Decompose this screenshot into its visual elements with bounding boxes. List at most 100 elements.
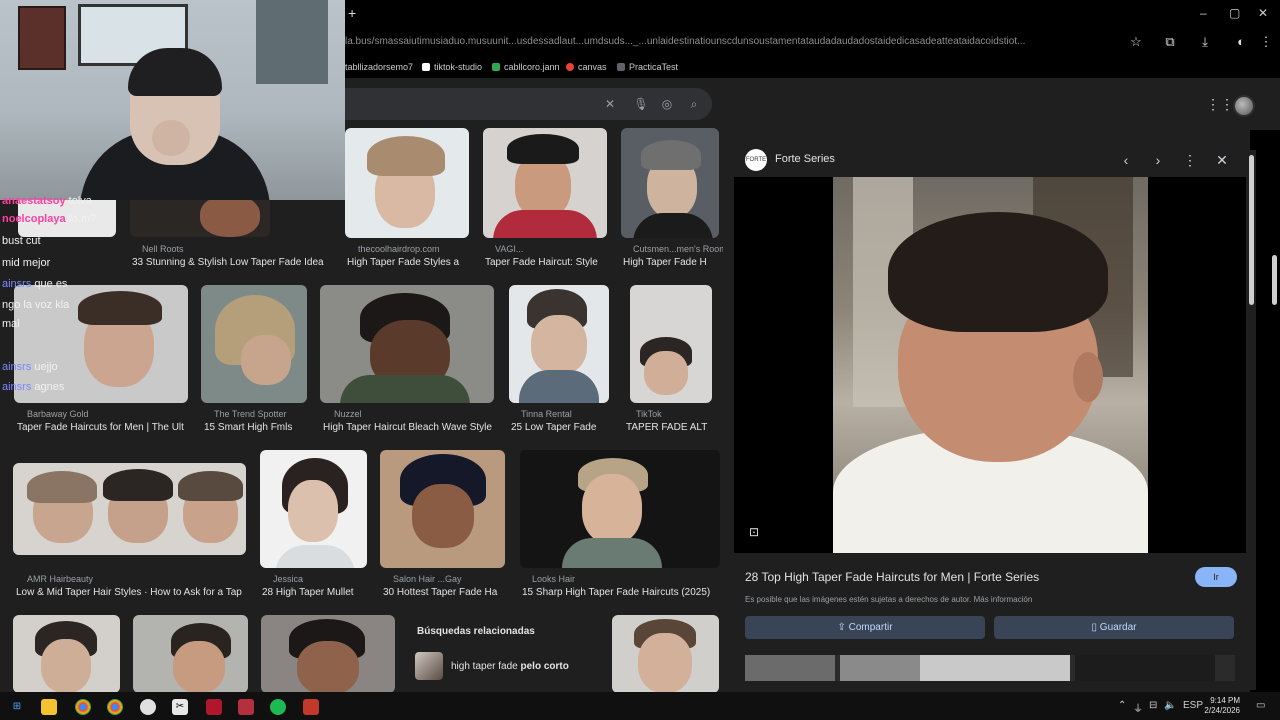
result-thumbnail[interactable] xyxy=(345,128,469,238)
result-caption[interactable]: TAPER FADE ALT xyxy=(626,422,721,433)
taskbar-clock[interactable]: 9:14 PM 2/24/2026 xyxy=(1202,696,1240,716)
chat-message: bust cut xyxy=(2,235,41,247)
result-caption[interactable]: Taper Fade Haircuts for Men | The Ult xyxy=(17,422,187,433)
usb-icon[interactable]: ⏚ xyxy=(1133,700,1143,715)
save-button[interactable]: ▯ Guardar xyxy=(994,616,1234,639)
related-images-strip xyxy=(745,655,1235,681)
related-thumbnail[interactable] xyxy=(415,652,443,680)
result-caption[interactable]: Low & Mid Taper Hair Styles · How to Ask… xyxy=(16,587,246,598)
preview-photo[interactable] xyxy=(833,177,1148,553)
url-field[interactable]: la.bus/smassaiutimusiaduo.musuunit...usd… xyxy=(345,36,1120,50)
lens-icon[interactable]: ◎ xyxy=(659,96,675,112)
wall-poster xyxy=(256,0,328,84)
notifications-icon[interactable]: ▭ xyxy=(1256,700,1265,711)
result-source: Cutsmen...men's Room xyxy=(633,244,723,254)
extensions-icon[interactable]: ⧉ xyxy=(1162,34,1178,50)
result-thumbnail[interactable] xyxy=(612,615,719,693)
result-caption[interactable]: High Taper Fade Styles a xyxy=(347,257,467,268)
panel-title[interactable]: 28 Top High Taper Fade Haircuts for Men … xyxy=(745,570,1039,584)
search-input[interactable] xyxy=(345,88,712,120)
maximize-button[interactable]: ▢ xyxy=(1229,6,1240,20)
result-thumbnail[interactable] xyxy=(261,615,395,693)
menu-kebab-icon[interactable]: ⋮ xyxy=(1258,34,1274,50)
chat-message: mid mejor xyxy=(2,257,51,269)
bookmark-star-icon[interactable]: ☆ xyxy=(1128,34,1144,50)
spotify-icon[interactable] xyxy=(270,699,286,715)
clear-search-icon[interactable]: ✕ xyxy=(602,96,618,112)
capcut-icon[interactable]: ✂ xyxy=(172,699,188,715)
result-thumbnail[interactable] xyxy=(509,285,609,403)
next-image-button[interactable]: › xyxy=(1149,151,1167,169)
apps-grid-icon[interactable]: ⋮⋮ xyxy=(1206,97,1234,111)
visit-button[interactable]: Ir xyxy=(1195,567,1237,587)
chrome-icon[interactable] xyxy=(75,699,91,715)
volume-icon[interactable]: 🔈 xyxy=(1164,700,1176,711)
result-source: thecoolhairdrop.com xyxy=(358,244,440,254)
close-panel-button[interactable]: ✕ xyxy=(1213,151,1231,169)
result-thumbnail[interactable] xyxy=(621,128,719,238)
result-thumbnail[interactable] xyxy=(13,615,120,693)
minimize-button[interactable]: – xyxy=(1200,6,1207,20)
new-tab-button[interactable]: + xyxy=(348,5,362,21)
result-caption[interactable]: 25 Low Taper Fade xyxy=(511,422,611,433)
chat-message: ainsrs uejjo xyxy=(2,361,58,373)
result-caption[interactable]: 30 Hottest Taper Fade Ha xyxy=(383,587,508,598)
bookmarks-bar: tabllizadorsemo7 tiktok-studio cabllcoro… xyxy=(345,56,1280,78)
app-icon[interactable] xyxy=(303,699,319,715)
result-thumbnail[interactable] xyxy=(201,285,307,403)
panel-site-name[interactable]: Forte Series xyxy=(775,153,835,165)
bookmark-item[interactable]: tabllizadorsemo7 xyxy=(345,62,413,72)
result-thumbnail[interactable] xyxy=(13,463,246,555)
search-icon[interactable]: ⌕ xyxy=(686,96,702,112)
profile-icon[interactable]: ◐ xyxy=(1233,34,1249,50)
panel-scroll-thumb[interactable] xyxy=(1249,155,1254,305)
show-hidden-icons-icon[interactable]: ⌃ xyxy=(1118,700,1126,711)
mic-icon[interactable]: 🎙 xyxy=(633,96,649,112)
page-scroll-thumb[interactable] xyxy=(1272,255,1277,305)
bookmark-item[interactable]: cabllcoro.jann xyxy=(492,62,560,72)
language-indicator[interactable]: ESP xyxy=(1183,700,1203,711)
result-caption[interactable]: 15 Sharp High Taper Fade Haircuts (2025) xyxy=(522,587,722,598)
bookmark-item[interactable]: PracticaTest xyxy=(617,62,678,72)
close-window-button[interactable]: ✕ xyxy=(1258,6,1268,20)
chat-message: mal xyxy=(2,318,20,330)
result-caption[interactable]: 15 Smart High Fmls xyxy=(204,422,309,433)
result-caption[interactable]: High Taper Fade H xyxy=(623,257,723,268)
stream-chat: anaestatsoy tolva noelcoplaya fo.m? bust… xyxy=(0,190,200,400)
result-caption[interactable]: Taper Fade Haircut: Style xyxy=(485,257,605,268)
bookmark-item[interactable]: tiktok-studio xyxy=(422,62,482,72)
result-thumbnail[interactable] xyxy=(520,450,720,568)
site-logo: FORTE xyxy=(745,149,767,171)
app-icon[interactable] xyxy=(238,699,254,715)
app-icon[interactable] xyxy=(206,699,222,715)
windows-start-icon[interactable]: ⊞ xyxy=(9,699,25,715)
result-thumbnail[interactable] xyxy=(133,615,248,693)
chrome-icon[interactable] xyxy=(107,699,123,715)
chat-message: ainsrs que es xyxy=(2,278,68,290)
download-icon[interactable]: ⤓ xyxy=(1197,34,1213,50)
network-icon[interactable]: ⊟ xyxy=(1149,700,1157,711)
result-caption[interactable]: High Taper Haircut Bleach Wave Style xyxy=(323,422,493,433)
share-button[interactable]: ⇪ Compartir xyxy=(745,616,985,639)
result-thumbnail[interactable] xyxy=(260,450,367,568)
chat-message: ainsrs agnes xyxy=(2,381,65,393)
result-source: Looks Hair xyxy=(532,574,576,584)
file-explorer-icon[interactable] xyxy=(41,699,57,715)
result-thumbnail[interactable] xyxy=(380,450,505,568)
result-source: Salon Hair ...Gay xyxy=(393,574,462,584)
canvas-icon xyxy=(566,63,574,71)
folder-icon xyxy=(617,63,625,71)
previous-image-button[interactable]: ‹ xyxy=(1117,151,1135,169)
result-thumbnail[interactable] xyxy=(483,128,607,238)
result-thumbnail[interactable] xyxy=(630,285,712,403)
taskbar xyxy=(0,692,1280,720)
result-caption[interactable]: 28 High Taper Mullet xyxy=(262,587,370,598)
result-source: Nuzzel xyxy=(334,409,362,419)
avatar[interactable] xyxy=(1233,95,1255,117)
more-options-icon[interactable]: ⋮ xyxy=(1181,151,1199,169)
result-thumbnail[interactable] xyxy=(320,285,494,403)
bookmark-item[interactable]: canvas xyxy=(566,62,607,72)
lens-search-icon[interactable]: ⊡ xyxy=(749,525,763,539)
obs-icon[interactable] xyxy=(140,699,156,715)
related-search-item[interactable]: high taper fade pelo corto xyxy=(451,661,569,672)
